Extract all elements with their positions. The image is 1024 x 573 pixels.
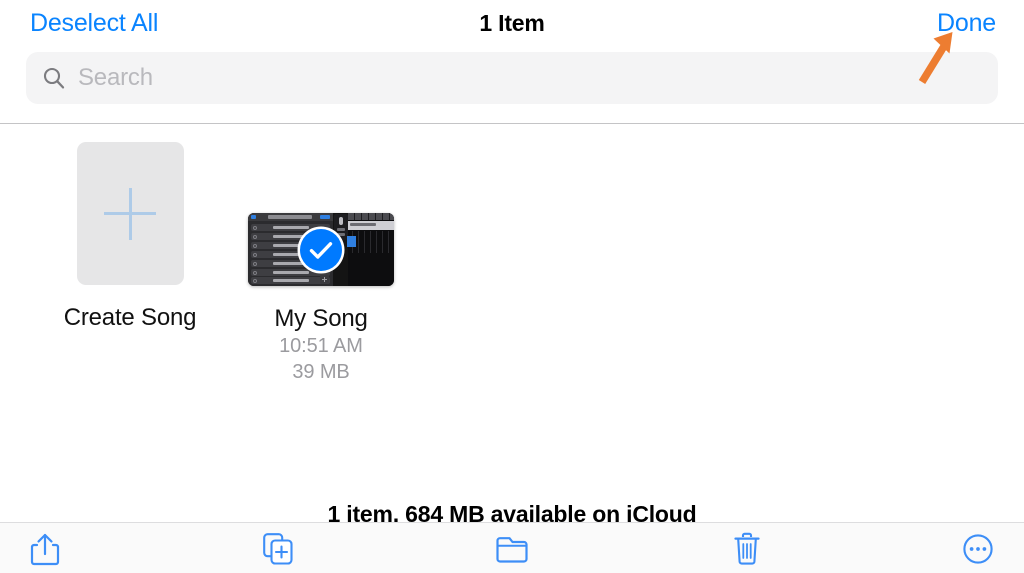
thumbnail-add-track-icon bbox=[320, 275, 329, 284]
song-name-label: My Song bbox=[274, 305, 368, 332]
thumbnail-track-name bbox=[350, 223, 376, 226]
thumbnail-power-dot bbox=[253, 234, 257, 239]
search-icon bbox=[42, 66, 66, 90]
thumbnail-ruler-tick bbox=[354, 213, 355, 220]
thumbnail-grid-line bbox=[370, 231, 371, 253]
thumbnail-power-dot bbox=[253, 278, 257, 283]
share-icon bbox=[30, 533, 60, 566]
duplicate-button[interactable] bbox=[248, 527, 308, 571]
thumbnail-ruler bbox=[348, 213, 394, 220]
create-song-label: Create Song bbox=[63, 304, 197, 331]
more-button[interactable] bbox=[948, 527, 1008, 571]
thumbnail-power-dot bbox=[253, 252, 257, 257]
app-screen: Deselect All 1 Item Done Search Create S… bbox=[0, 0, 1024, 573]
song-browser-content: Create Song My Song 10:51 AM 39 MB bbox=[0, 124, 1024, 522]
navigation-bar: Deselect All 1 Item Done bbox=[0, 0, 1024, 48]
delete-button[interactable] bbox=[717, 527, 777, 571]
thumbnail-track-header bbox=[348, 221, 394, 230]
thumbnail-power-dot bbox=[253, 270, 257, 275]
plus-icon bbox=[104, 187, 156, 240]
checkmark-circle-icon[interactable] bbox=[300, 228, 342, 271]
thumbnail-ruler-tick bbox=[389, 213, 390, 220]
thumbnail-power-dot bbox=[253, 243, 257, 248]
thumbnail-grid-line bbox=[388, 231, 389, 253]
thumbnail-ruler-tick bbox=[361, 213, 362, 220]
grid-item-create-song[interactable]: Create Song bbox=[35, 132, 225, 332]
thumbnail-ruler-tick bbox=[368, 213, 369, 220]
thumbnail-row-label bbox=[273, 271, 309, 274]
thumbnail-panel-title bbox=[268, 215, 312, 219]
thumbnail-ruler-tick bbox=[382, 213, 383, 220]
thumbnail-power-dot bbox=[253, 225, 257, 230]
header-bar: Deselect All 1 Item Done Search bbox=[0, 0, 1024, 124]
search-placeholder: Search bbox=[78, 64, 153, 91]
thumbnail-panel-edit bbox=[320, 215, 330, 219]
share-button[interactable] bbox=[15, 527, 75, 571]
search-input[interactable]: Search bbox=[26, 52, 998, 104]
bottom-toolbar bbox=[0, 522, 1024, 573]
done-button[interactable]: Done bbox=[937, 9, 996, 38]
duplicate-icon bbox=[263, 533, 293, 565]
thumbnail-ruler-tick bbox=[375, 213, 376, 220]
move-button[interactable] bbox=[482, 527, 542, 571]
thumbnail-power-dot bbox=[253, 261, 257, 266]
thumbnail-grid-line bbox=[376, 231, 377, 253]
song-time-label: 10:51 AM bbox=[279, 335, 363, 357]
thumbnail-panel-back bbox=[251, 215, 256, 219]
folder-icon bbox=[496, 537, 528, 563]
grid-item-my-song[interactable]: My Song 10:51 AM 39 MB bbox=[226, 132, 416, 385]
thumbnail-strip-fader bbox=[339, 217, 343, 225]
thumbnail-timeline bbox=[348, 213, 394, 286]
thumbnail-grid-line bbox=[364, 231, 365, 253]
thumbnail-panel-header bbox=[248, 213, 333, 221]
song-thumbnail[interactable] bbox=[248, 213, 394, 286]
more-circle-icon bbox=[963, 534, 993, 564]
trash-icon bbox=[734, 532, 760, 565]
thumbnail-row-label bbox=[273, 279, 309, 282]
create-song-card[interactable] bbox=[76, 142, 184, 285]
thumbnail-grid-line bbox=[382, 231, 383, 253]
thumbnail-plugin-row bbox=[251, 277, 330, 284]
thumbnail-selected-region bbox=[347, 236, 356, 247]
page-title: 1 Item bbox=[479, 10, 545, 36]
song-size-label: 39 MB bbox=[292, 361, 350, 383]
thumbnail-grid-line bbox=[358, 231, 359, 253]
